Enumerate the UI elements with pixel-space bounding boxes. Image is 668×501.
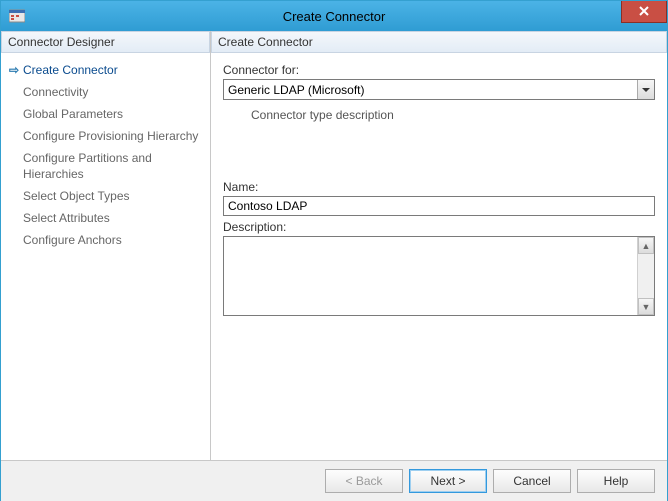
- connector-for-dropdown[interactable]: Generic LDAP (Microsoft): [223, 79, 655, 100]
- titlebar: Create Connector: [1, 1, 667, 31]
- description-label: Description:: [223, 220, 655, 234]
- nav-partitions-hierarchies[interactable]: Configure Partitions and Hierarchies: [5, 147, 206, 185]
- close-icon: [639, 4, 649, 19]
- close-button[interactable]: [621, 1, 667, 23]
- main-body: Connector for: Generic LDAP (Microsoft) …: [211, 53, 667, 460]
- dropdown-button[interactable]: [637, 80, 654, 99]
- help-button[interactable]: Help: [577, 469, 655, 493]
- connector-for-value: Generic LDAP (Microsoft): [224, 82, 637, 98]
- description-input[interactable]: [224, 237, 637, 315]
- nav-label: Create Connector: [23, 62, 118, 78]
- nav-label: Configure Partitions and Hierarchies: [23, 150, 202, 182]
- nav-label: Select Object Types: [23, 188, 130, 204]
- nav-label: Select Attributes: [23, 210, 110, 226]
- nav-label: Configure Anchors: [23, 232, 122, 248]
- name-input[interactable]: [223, 196, 655, 216]
- window-title: Create Connector: [1, 9, 667, 24]
- nav-label: Configure Provisioning Hierarchy: [23, 128, 198, 144]
- sidebar-header: Connector Designer: [1, 31, 210, 53]
- footer: < Back Next > Cancel Help: [1, 461, 667, 501]
- nav-global-parameters[interactable]: Global Parameters: [5, 103, 206, 125]
- nav-provisioning-hierarchy[interactable]: Configure Provisioning Hierarchy: [5, 125, 206, 147]
- connector-for-label: Connector for:: [223, 63, 655, 77]
- name-label: Name:: [223, 180, 655, 194]
- description-wrap: ▲ ▼: [223, 236, 655, 316]
- app-icon: [9, 8, 25, 24]
- main-panel: Create Connector Connector for: Generic …: [211, 31, 667, 460]
- back-button: < Back: [325, 469, 403, 493]
- nav-create-connector[interactable]: ⇨ Create Connector: [5, 59, 206, 81]
- scroll-down-icon[interactable]: ▼: [638, 298, 654, 315]
- nav-attributes[interactable]: Select Attributes: [5, 207, 206, 229]
- scroll-up-icon[interactable]: ▲: [638, 237, 654, 254]
- next-button[interactable]: Next >: [409, 469, 487, 493]
- connector-type-description: Connector type description: [251, 108, 655, 122]
- main-header: Create Connector: [211, 31, 667, 53]
- sidebar: Connector Designer ⇨ Create Connector Co…: [1, 31, 211, 460]
- scrollbar[interactable]: ▲ ▼: [637, 237, 654, 315]
- sidebar-nav: ⇨ Create Connector Connectivity Global P…: [1, 53, 210, 460]
- nav-object-types[interactable]: Select Object Types: [5, 185, 206, 207]
- content-area: Connector Designer ⇨ Create Connector Co…: [1, 31, 667, 461]
- nav-label: Connectivity: [23, 84, 88, 100]
- chevron-down-icon: [642, 88, 650, 92]
- cancel-button[interactable]: Cancel: [493, 469, 571, 493]
- nav-connectivity[interactable]: Connectivity: [5, 81, 206, 103]
- nav-label: Global Parameters: [23, 106, 123, 122]
- current-step-arrow-icon: ⇨: [9, 62, 23, 78]
- nav-anchors[interactable]: Configure Anchors: [5, 229, 206, 251]
